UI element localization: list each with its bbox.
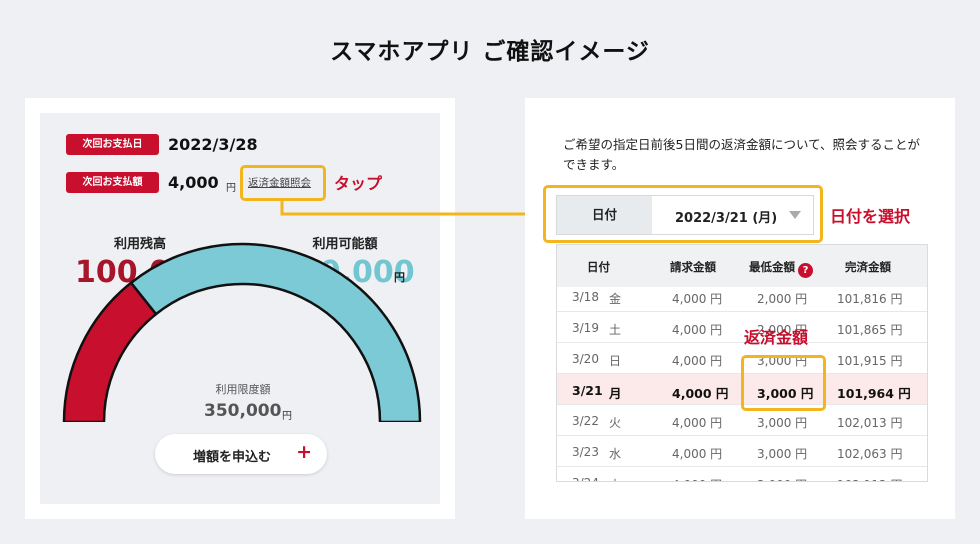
cell-date: 3/19 (572, 321, 599, 335)
cell-billing: 4,000 円 (672, 323, 723, 337)
cell-date: 3/21 (572, 383, 603, 398)
table-header: 日付 請求金額 最低金額? 完済金額 (557, 245, 927, 287)
cell-billing: 4,000 円 (672, 447, 723, 461)
cell-day-of-week: 月 (609, 386, 622, 401)
table-row: 3/24 木 4,000 円 3,000 円 102,112 円 (557, 466, 927, 481)
cell-date: 3/18 (572, 290, 599, 304)
cell-billing: 4,000 円 (672, 386, 729, 401)
repay-amount-annotation: 返済金額 (744, 328, 809, 347)
inquiry-description: ご希望の指定日前後5日間の返済金額について、照会することができます。 (563, 137, 920, 172)
cell-day-of-week: 火 (609, 416, 622, 430)
select-date-annotation: 日付を選択 (830, 207, 911, 226)
cell-day-of-week: 土 (609, 323, 622, 337)
min-amount-highlight (741, 355, 826, 411)
cell-payoff: 102,112 円 (837, 476, 902, 481)
cell-day-of-week: 水 (609, 447, 622, 461)
cell-payoff: 101,915 円 (837, 354, 903, 368)
cell-billing: 4,000 円 (672, 476, 722, 481)
cell-minimum: 3,000 円 (757, 476, 807, 481)
date-select-highlight (543, 185, 823, 243)
header-billing: 請求金額 (670, 260, 716, 274)
cell-minimum: 2,000 円 (757, 292, 808, 306)
cell-minimum: 3,000 円 (757, 447, 808, 461)
table-row: 3/19 土 4,000 円 2,000 円 101,865 円 (557, 311, 927, 343)
cell-payoff: 101,816 円 (837, 292, 903, 306)
cell-billing: 4,000 円 (672, 292, 723, 306)
cell-day-of-week: 金 (609, 292, 622, 306)
cell-day-of-week: 日 (609, 354, 622, 368)
header-date: 日付 (587, 260, 610, 274)
cell-date: 3/22 (572, 414, 599, 428)
cell-day-of-week: 木 (609, 476, 621, 481)
header-payoff: 完済金額 (845, 260, 891, 274)
cell-payoff: 102,063 円 (837, 447, 903, 461)
cell-date: 3/20 (572, 352, 599, 366)
cell-date: 3/23 (572, 445, 599, 459)
cell-billing: 4,000 円 (672, 354, 723, 368)
cell-payoff: 102,013 円 (837, 416, 903, 430)
header-minimum: 最低金額? (749, 259, 813, 278)
header-minimum-label: 最低金額 (749, 260, 795, 274)
cell-payoff: 101,964 円 (837, 386, 911, 401)
help-icon[interactable]: ? (798, 263, 813, 278)
cell-billing: 4,000 円 (672, 416, 723, 430)
cell-minimum: 3,000 円 (757, 416, 808, 430)
cell-payoff: 101,865 円 (837, 323, 903, 337)
table-row: 3/23 水 4,000 円 3,000 円 102,063 円 (557, 435, 927, 467)
cell-date: 3/24 (572, 476, 599, 481)
